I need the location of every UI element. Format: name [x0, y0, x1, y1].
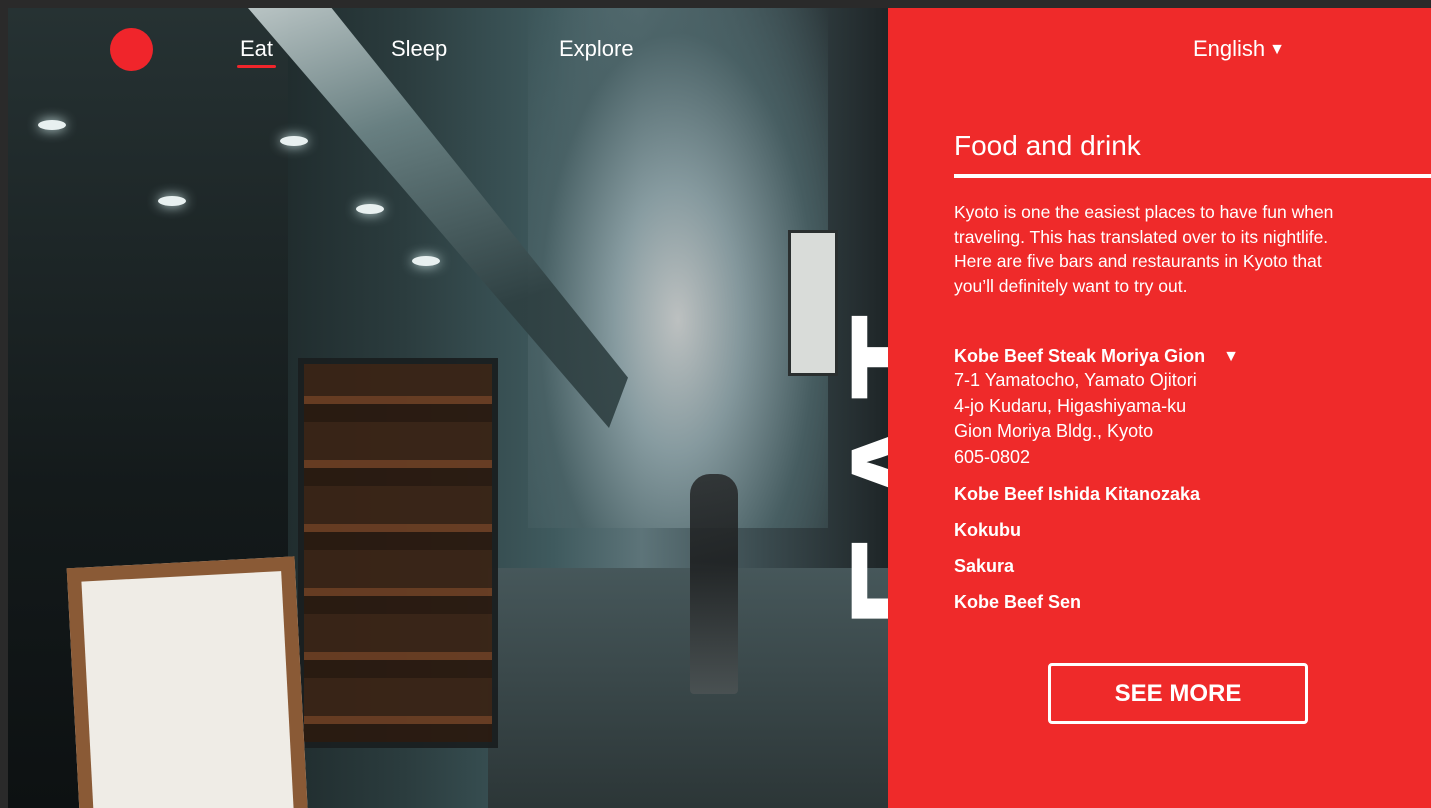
see-more-button[interactable]: SEE MORE — [1048, 663, 1308, 724]
ceiling-light-icon — [158, 196, 186, 206]
language-selector[interactable]: English ▼ — [1193, 36, 1285, 62]
restaurant-item[interactable]: Sakura — [954, 556, 1374, 578]
ceiling-light-icon — [280, 136, 308, 146]
restaurant-featured: Kobe Beef Steak Moriya Gion ▼ 7-1 Yamato… — [954, 346, 1374, 470]
hero-photo: EAT — [8, 8, 888, 808]
ceiling-light-icon — [412, 256, 440, 266]
language-label: English — [1193, 36, 1266, 61]
restaurant-address: 7-1 Yamatocho, Yamato Ojitori 4-jo Kudar… — [954, 368, 1374, 470]
street-sky — [528, 8, 828, 528]
caret-down-icon: ▼ — [1269, 41, 1285, 58]
hero-overlay-text: EAT — [821, 292, 888, 628]
restaurant-list: Kobe Beef Steak Moriya Gion ▼ 7-1 Yamato… — [954, 346, 1374, 614]
pedestrian — [690, 474, 738, 694]
sandwich-board-sign — [66, 556, 308, 808]
content-panel: English ▼ Food and drink Kyoto is one th… — [888, 8, 1431, 808]
ceiling-light-icon — [38, 120, 66, 130]
ceiling-light-icon — [356, 204, 384, 214]
section-title: Food and drink — [954, 130, 1141, 161]
address-line: 4-jo Kudaru, Higashiyama-ku — [954, 395, 1187, 416]
address-line: 7-1 Yamatocho, Yamato Ojitori — [954, 370, 1197, 390]
restaurant-toggle[interactable]: Kobe Beef Steak Moriya Gion ▼ — [954, 346, 1374, 367]
nav-link-explore[interactable]: Explore — [559, 36, 634, 62]
restaurant-item[interactable]: Kobe Beef Sen — [954, 592, 1374, 614]
restaurant-name: Kobe Beef Steak Moriya Gion — [954, 346, 1206, 366]
menu-display — [298, 358, 498, 748]
address-line: 605-0802 — [954, 446, 1031, 467]
app-frame: EAT Eat Sleep Explore English ▼ Food and… — [8, 8, 1431, 808]
nav-link-sleep[interactable]: Sleep — [391, 36, 447, 62]
logo[interactable] — [110, 28, 153, 71]
nav-link-eat[interactable]: Eat — [236, 36, 277, 68]
restaurant-item[interactable]: Kobe Beef Ishida Kitanozaka — [954, 484, 1374, 506]
title-divider — [954, 174, 1431, 178]
restaurant-item[interactable]: Kokubu — [954, 520, 1374, 542]
caret-down-icon: ▼ — [1223, 347, 1239, 365]
address-line: Gion Moriya Bldg., Kyoto — [954, 421, 1154, 441]
intro-paragraph: Kyoto is one the easiest places to have … — [954, 202, 1334, 296]
